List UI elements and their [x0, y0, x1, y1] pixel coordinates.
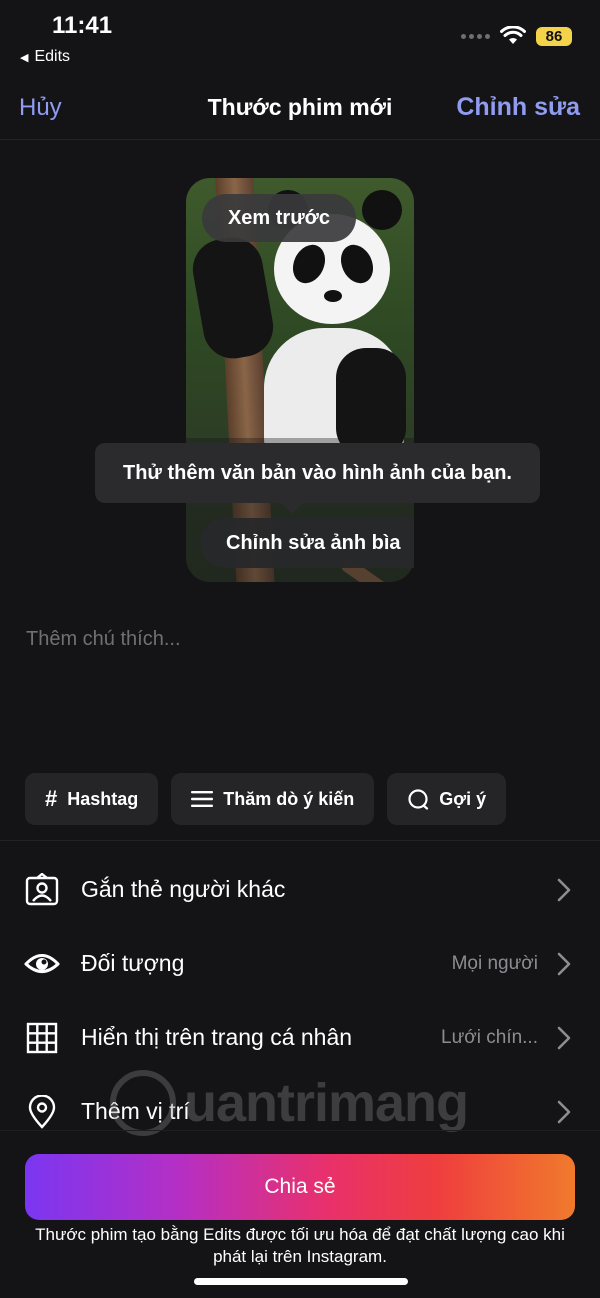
- status-time: 11:41: [52, 12, 113, 39]
- hash-icon: #: [45, 786, 58, 811]
- chip-label: Thăm dò ý kiến: [223, 788, 355, 809]
- share-button[interactable]: Chia sẻ: [25, 1154, 575, 1220]
- status-indicators: 86: [461, 26, 572, 46]
- edit-cover-button[interactable]: Chỉnh sửa ảnh bìa: [200, 518, 414, 568]
- battery-level: 86: [536, 26, 572, 46]
- preview-button[interactable]: Xem trước: [202, 194, 356, 242]
- share-footnote: Thước phim tạo bằng Edits được tối ưu hó…: [35, 1225, 565, 1266]
- back-app-label: Edits: [34, 48, 71, 65]
- chat-bubble-icon: [407, 788, 429, 810]
- wifi-icon: [500, 26, 526, 44]
- row-value: Lưới chín...: [441, 1027, 538, 1048]
- back-to-app-link[interactable]: ◀ Edits: [20, 48, 70, 66]
- nav-bar: Hủy Thước phim mới Chỉnh sửa: [0, 86, 600, 130]
- chevron-right-icon: [554, 872, 574, 908]
- row-value: Mọi người: [451, 953, 538, 974]
- text-tip-tooltip[interactable]: Thử thêm văn bản vào hình ảnh của bạn.: [95, 443, 540, 503]
- back-triangle-icon: ◀: [20, 51, 29, 64]
- chip-label: Gợi ý: [439, 788, 487, 809]
- caption-chip-row: # Hashtag Thăm dò ý kiến Gợi ý: [25, 773, 507, 825]
- tag-person-icon: [24, 872, 60, 908]
- thumbnail-panda-ear: [362, 190, 402, 230]
- tooltip-arrow: [280, 502, 304, 514]
- section-divider: [0, 840, 600, 841]
- suggestion-chip[interactable]: Gợi ý: [387, 773, 507, 825]
- row-label: Đối tượng: [81, 950, 185, 976]
- list-icon: [191, 790, 214, 808]
- thumbnail-panda-nose: [324, 290, 342, 302]
- caption-input[interactable]: Thêm chú thích...: [26, 628, 181, 651]
- nav-divider: [0, 139, 600, 140]
- chip-label: Hashtag: [67, 788, 139, 809]
- bottom-divider: [0, 1130, 600, 1131]
- poll-chip[interactable]: Thăm dò ý kiến: [171, 773, 375, 825]
- settings-row-location[interactable]: Thêm vị trí: [0, 1082, 600, 1142]
- thumbnail-panda-arm: [188, 232, 278, 364]
- settings-row-audience[interactable]: Đối tượng Mọi người: [0, 934, 600, 994]
- cancel-button[interactable]: Hủy: [19, 94, 62, 122]
- row-label: Hiển thị trên trang cá nhân: [81, 1024, 353, 1050]
- cellular-signal-icon: [461, 33, 490, 39]
- settings-row-tag-people[interactable]: Gắn thẻ người khác: [0, 860, 600, 920]
- hashtag-chip[interactable]: # Hashtag: [25, 773, 159, 825]
- location-pin-icon: [24, 1094, 60, 1130]
- grid-icon: [24, 1020, 60, 1056]
- home-indicator[interactable]: [194, 1278, 408, 1285]
- row-label: Thêm vị trí: [81, 1098, 190, 1124]
- eye-icon: [24, 946, 60, 982]
- chevron-right-icon: [554, 1094, 574, 1130]
- chevron-right-icon: [554, 946, 574, 982]
- chevron-right-icon: [554, 1020, 574, 1056]
- row-label: Gắn thẻ người khác: [81, 876, 286, 902]
- edit-button[interactable]: Chỉnh sửa: [456, 93, 580, 122]
- settings-row-profile-grid[interactable]: Hiển thị trên trang cá nhân Lưới chín...: [0, 1008, 600, 1068]
